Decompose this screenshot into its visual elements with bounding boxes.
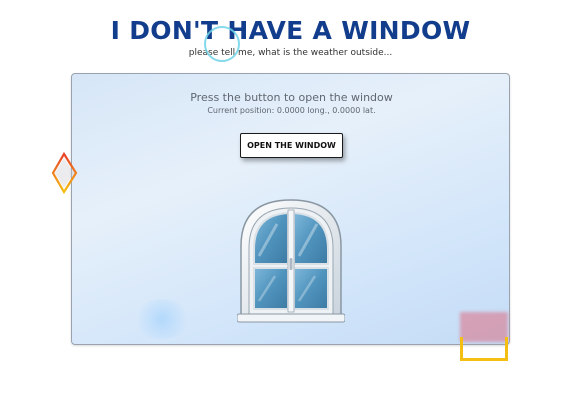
square-decoration-outline [460,337,508,361]
page-subtitle: please tell me, what is the weather outs… [188,48,393,58]
window-panel: Press the button to open the window Curr… [71,73,510,345]
open-window-button[interactable]: OPEN THE WINDOW [240,133,343,158]
instruction-text: Press the button to open the window [190,91,393,104]
diamond-decoration [50,151,80,200]
panel-glow-decoration [132,299,192,339]
page-title: I DON'T HAVE A WINDOW [110,16,471,45]
square-decoration [460,312,508,361]
cursor-ring-icon [204,26,240,62]
closed-window-icon [236,196,346,328]
position-readout: Current position: 0.0000 long., 0.0000 l… [207,106,376,115]
